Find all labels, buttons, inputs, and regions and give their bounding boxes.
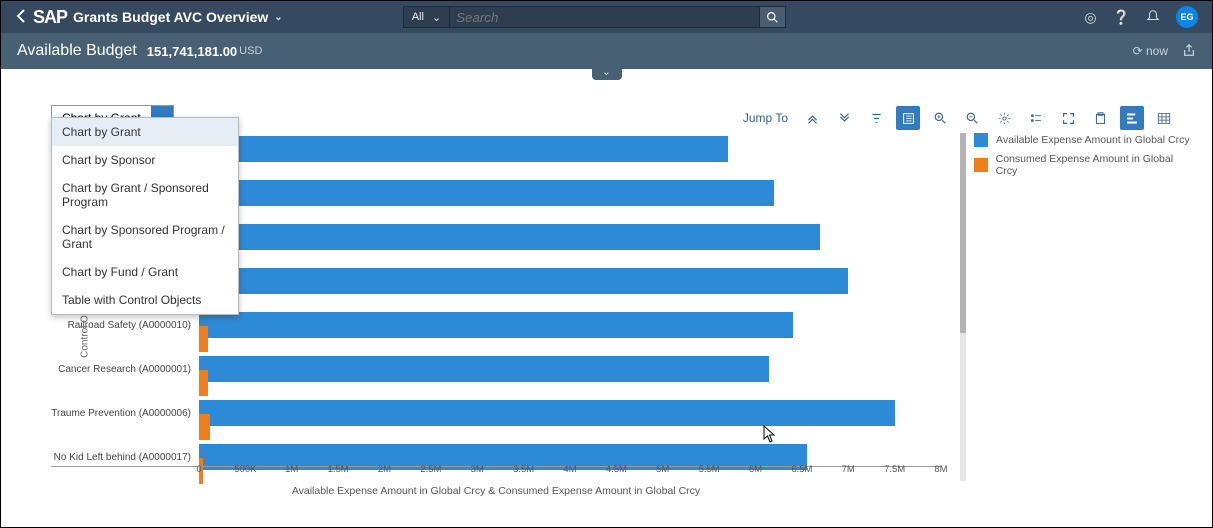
x-tick-label: 0 bbox=[196, 464, 201, 475]
chart-view-dropdown-menu: Chart by Grant Chart by Sponsor Chart by… bbox=[51, 117, 239, 315]
chart-row bbox=[199, 215, 941, 259]
bar-available[interactable] bbox=[199, 356, 769, 382]
x-tick-label: 8M bbox=[934, 464, 947, 475]
x-tick-label: 2M bbox=[378, 464, 391, 475]
x-tick-label: 2.5M bbox=[420, 464, 441, 475]
budget-amount: 151,741,181.00 bbox=[147, 44, 237, 59]
x-tick-label: 5.5M bbox=[699, 464, 720, 475]
scrollbar-thumb[interactable] bbox=[960, 133, 966, 333]
dropdown-item[interactable]: Chart by Fund / Grant bbox=[52, 258, 238, 286]
bar-available[interactable] bbox=[199, 400, 895, 426]
chart-row: Traume Prevention (A0000006) bbox=[199, 391, 941, 435]
x-tick-label: 1.5M bbox=[328, 464, 349, 475]
chevron-down-icon: ⌄ bbox=[274, 12, 282, 23]
x-tick-label: 4.5M bbox=[606, 464, 627, 475]
chart-row: Nurse Qualification (A0000009) bbox=[199, 259, 941, 303]
header-right: ◎ ❔ EG bbox=[1084, 6, 1202, 28]
chart-vertical-scrollbar[interactable] bbox=[960, 133, 966, 481]
chevron-down-icon: ⌄ bbox=[432, 11, 441, 24]
avatar-initials: EG bbox=[1180, 12, 1193, 22]
search-button[interactable] bbox=[760, 6, 786, 28]
dropdown-item[interactable]: Chart by Grant / Sponsored Program bbox=[52, 174, 238, 216]
app-title-dropdown[interactable]: Grants Budget AVC Overview ⌄ bbox=[73, 9, 283, 25]
search-scope-selector[interactable]: All ⌄ bbox=[403, 6, 450, 28]
budget-currency: USD bbox=[239, 45, 262, 57]
search-scope-text: All bbox=[412, 11, 424, 23]
x-tick-label: 1M bbox=[285, 464, 298, 475]
legend-item: Consumed Expense Amount in Global Crcy bbox=[974, 153, 1192, 177]
x-tick-label: 4M bbox=[563, 464, 576, 475]
help-icon[interactable]: ❔ bbox=[1113, 9, 1130, 26]
legend: Available Expense Amount in Global Crcy … bbox=[974, 133, 1192, 183]
y-tick-label: Railroad Safety (A0000010) bbox=[51, 320, 199, 331]
x-axis-title: Available Expense Amount in Global Crcy … bbox=[51, 485, 941, 497]
collapse-chevron-tab[interactable]: ⌄ bbox=[592, 65, 622, 80]
chart-row: Cancer Research (A0000001) bbox=[199, 347, 941, 391]
search-group: All ⌄ bbox=[403, 6, 786, 28]
x-tick-label: 7M bbox=[842, 464, 855, 475]
dropdown-item[interactable]: Table with Control Objects bbox=[52, 286, 238, 314]
shell-header: SAP Grants Budget AVC Overview ⌄ All ⌄ ◎… bbox=[1, 1, 1212, 33]
notification-icon[interactable] bbox=[1146, 9, 1160, 26]
bar-available[interactable] bbox=[199, 312, 793, 338]
page-title: Available Budget bbox=[17, 42, 137, 60]
subheader-actions: ⟳ now bbox=[1133, 43, 1196, 60]
app-title-text: Grants Budget AVC Overview bbox=[73, 9, 268, 25]
x-tick-label: 3M bbox=[471, 464, 484, 475]
bar-available[interactable] bbox=[199, 180, 774, 206]
legend-item: Available Expense Amount in Global Crcy bbox=[974, 133, 1192, 147]
x-tick-label: 3.5M bbox=[513, 464, 534, 475]
chart-row: Railroad Safety (A0000010) bbox=[199, 303, 941, 347]
x-tick-label: 6M bbox=[749, 464, 762, 475]
x-tick-label: 7.5M bbox=[884, 464, 905, 475]
y-tick-label: Traume Prevention (A0000006) bbox=[51, 408, 199, 419]
bar-available[interactable] bbox=[199, 136, 728, 162]
back-button[interactable] bbox=[11, 9, 31, 26]
chart-row bbox=[199, 127, 941, 171]
legend-label: Available Expense Amount in Global Crcy bbox=[996, 134, 1190, 146]
dropdown-item[interactable]: Chart by Grant bbox=[52, 118, 238, 146]
sap-logo: SAP bbox=[33, 7, 67, 28]
avatar[interactable]: EG bbox=[1176, 6, 1198, 28]
y-tick-label: No Kid Left behind (A0000017) bbox=[51, 452, 199, 463]
refresh-button[interactable]: ⟳ now bbox=[1133, 44, 1168, 58]
x-tick-label: 5M bbox=[656, 464, 669, 475]
dropdown-item[interactable]: Chart by Sponsor bbox=[52, 146, 238, 174]
share-icon[interactable] bbox=[1182, 43, 1196, 60]
x-tick-label: 500K bbox=[234, 464, 256, 475]
copilot-icon[interactable]: ◎ bbox=[1084, 9, 1096, 26]
x-tick-label: 6.5M bbox=[791, 464, 812, 475]
dropdown-item[interactable]: Chart by Sponsored Program / Grant bbox=[52, 216, 238, 258]
bar-available[interactable] bbox=[199, 224, 820, 250]
chart-row bbox=[199, 171, 941, 215]
legend-swatch bbox=[974, 158, 988, 172]
bar-available[interactable] bbox=[199, 268, 848, 294]
legend-swatch bbox=[974, 133, 988, 147]
search-input[interactable] bbox=[450, 6, 760, 28]
legend-label: Consumed Expense Amount in Global Crcy bbox=[996, 153, 1192, 177]
sub-header: Available Budget 151,741,181.00 USD ⟳ no… bbox=[1, 33, 1212, 69]
y-tick-label: Cancer Research (A0000001) bbox=[51, 364, 199, 375]
